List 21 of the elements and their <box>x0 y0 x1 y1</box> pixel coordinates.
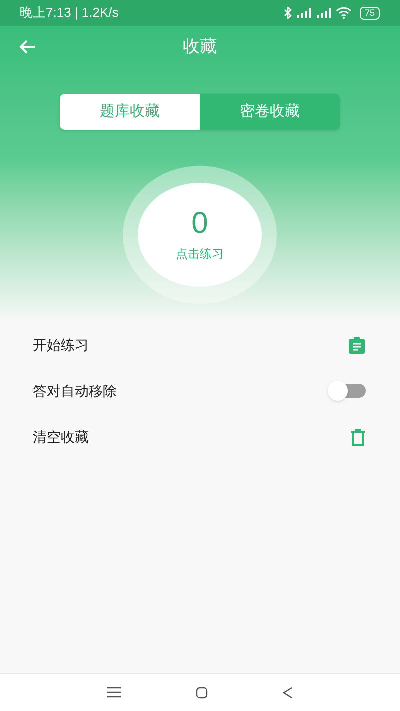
menu-icon[interactable] <box>107 687 122 698</box>
tab[interactable]: 题库收藏 <box>60 94 200 130</box>
tab[interactable]: 密卷收藏 <box>200 94 340 130</box>
back-icon[interactable] <box>282 686 293 698</box>
wifi-icon <box>336 7 352 19</box>
option-label: 清空收藏 <box>33 428 89 446</box>
signal-icon <box>296 8 312 18</box>
option-label: 开始练习 <box>33 336 89 354</box>
practice-caption: 点击练习 <box>176 246 224 263</box>
bluetooth-icon <box>284 7 292 19</box>
option-label: 答对自动移除 <box>33 382 117 400</box>
practice-circle[interactable]: 0 点击练习 <box>138 183 262 287</box>
toggle-switch[interactable] <box>330 384 366 398</box>
favorite-count: 0 <box>192 207 208 241</box>
clipboard-icon[interactable] <box>348 336 366 354</box>
status-time: 晚上7:13 | 1.2K/s <box>20 4 119 22</box>
page-title: 收藏 <box>183 36 217 58</box>
signal-icon <box>316 8 332 18</box>
home-icon[interactable] <box>196 686 208 698</box>
trash-icon[interactable] <box>350 428 366 446</box>
battery-icon: 75 <box>360 6 380 20</box>
